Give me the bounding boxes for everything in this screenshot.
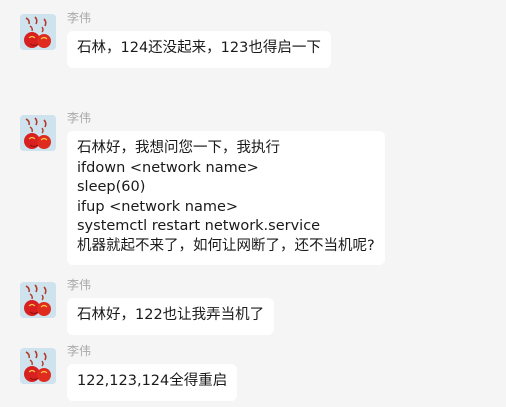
- message-bubble[interactable]: 石林好，我想问您一下，我执行 ifdown <network name> sle…: [67, 131, 385, 265]
- message-text: systemctl restart network.service: [77, 218, 321, 234]
- message-text: 石林，124还没起来，123也得启一下: [77, 40, 321, 56]
- message-text: 石林好，我想问您一下，我执行: [77, 140, 280, 156]
- sender-name: 李伟: [67, 344, 92, 358]
- message-bubble[interactable]: 石林，124还没起来，123也得启一下: [67, 31, 331, 68]
- message-text: ifdown <network name>: [77, 159, 259, 176]
- message-text: 122,123,124全得重启: [77, 373, 228, 389]
- avatar-icon[interactable]: [20, 115, 56, 151]
- message-text: ifup <network name>: [77, 198, 239, 215]
- avatar-icon[interactable]: [20, 348, 56, 384]
- message-bubble[interactable]: 122,123,124全得重启: [67, 364, 238, 401]
- sender-name: 李伟: [67, 11, 92, 25]
- sender-name: 李伟: [67, 111, 92, 125]
- message-text: sleep(60): [77, 179, 146, 195]
- avatar-icon[interactable]: [20, 282, 56, 318]
- avatar-icon[interactable]: [20, 14, 56, 50]
- message-text: 石林好，122也让我弄当机了: [77, 307, 265, 323]
- message-text: 机器就起不来了，如何让网断了，还不当机呢?: [77, 237, 375, 254]
- sender-name: 李伟: [67, 278, 92, 292]
- message-bubble[interactable]: 石林好，122也让我弄当机了: [67, 298, 275, 335]
